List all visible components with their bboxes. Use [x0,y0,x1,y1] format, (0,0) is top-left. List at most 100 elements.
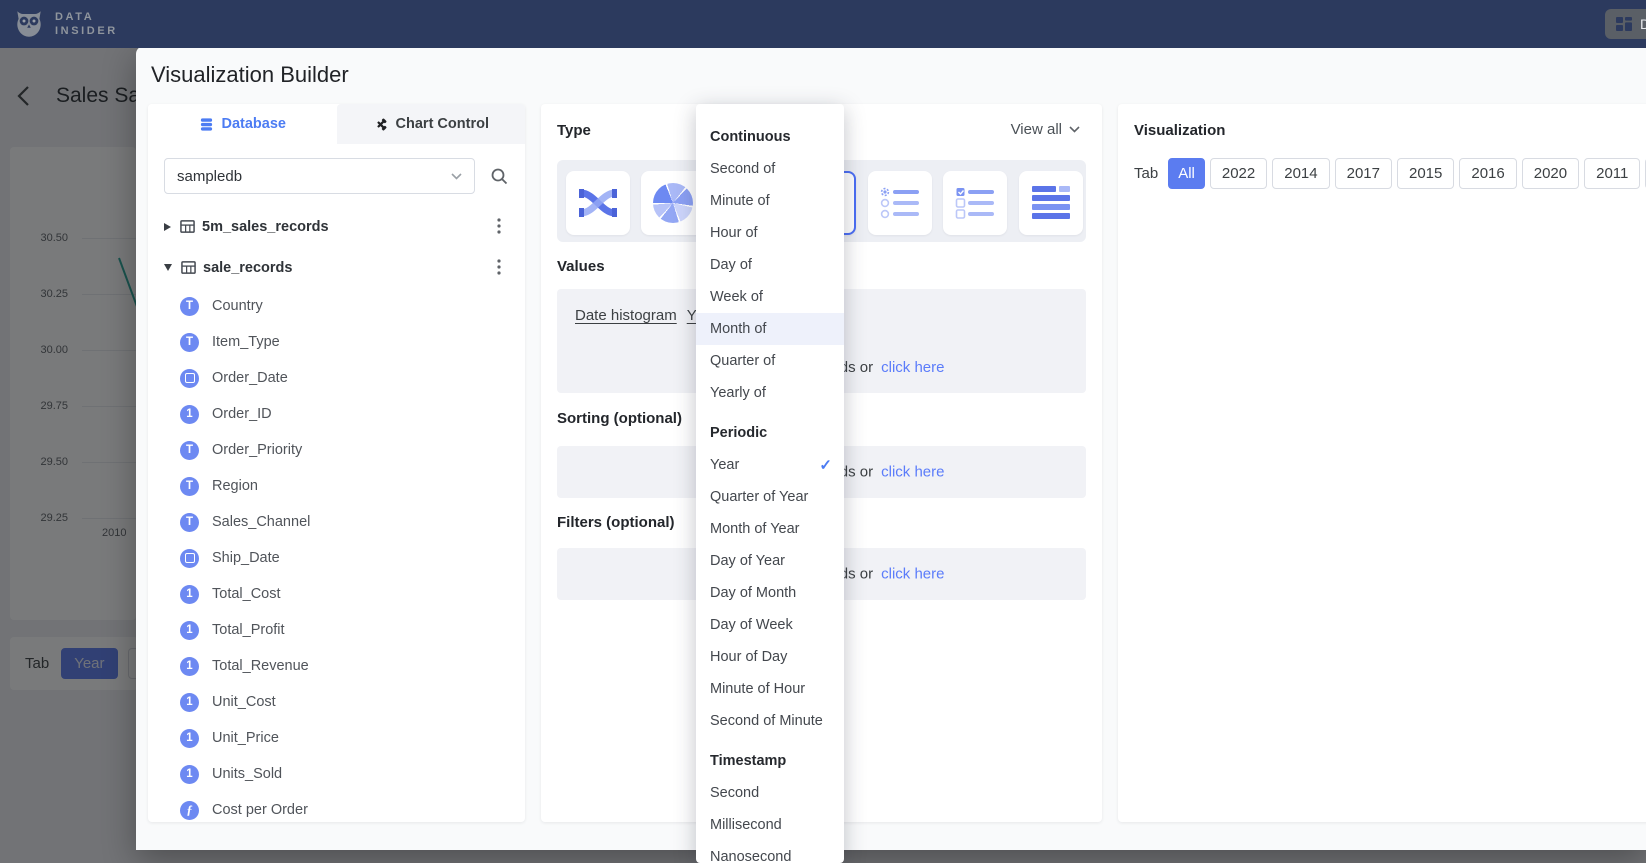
click-here-link[interactable]: click here [881,359,944,376]
dropdown-item[interactable]: Minute of Hour [696,673,844,705]
dropdown-item[interactable]: Millisecond [696,809,844,841]
dropdown-item[interactable]: Month of [696,313,844,345]
field-name: Country [212,298,263,314]
viz-tab-2017[interactable]: 2017 [1335,158,1392,189]
values-section-label: Values [557,258,605,275]
dropdown-section-header: Continuous [696,121,844,153]
tab-database[interactable]: Database [148,104,337,144]
dropdown-item[interactable]: Hour of Day [696,641,844,673]
date-field-icon [180,369,199,388]
tools-icon [373,117,388,132]
table-row[interactable]: sale_records [148,247,525,288]
dropdown-item[interactable]: Month of Year [696,513,844,545]
dropdown-item-label: Hour of Day [710,649,787,665]
dropdown-item[interactable]: Day of Year [696,545,844,577]
chevron-right-icon[interactable] [164,223,171,231]
tab-database-label: Database [222,116,286,132]
calendar-glyph [185,553,195,563]
table-icon [180,219,195,234]
field-row[interactable]: Ship_Date [148,540,525,576]
dropdown-item[interactable]: Day of [696,249,844,281]
visualization-tab-row: Tab All202220142017201520162020201120192… [1134,158,1646,189]
dropdown-item-label: Day of Week [710,617,793,633]
viz-tab-2011[interactable]: 2011 [1584,158,1640,189]
field-row[interactable]: TOrder_Priority [148,432,525,468]
kebab-menu-icon[interactable] [497,218,501,234]
viz-tab-2022[interactable]: 2022 [1210,158,1267,189]
field-name: Unit_Cost [212,694,276,710]
date-field-icon [180,549,199,568]
field-row[interactable]: 1Total_Profit [148,612,525,648]
dropdown-item-label: Week of [710,289,763,305]
table-icon [181,260,196,275]
text-field-icon: T [180,441,199,460]
field-row[interactable]: 1Unit_Price [148,720,525,756]
field-row[interactable]: TItem_Type [148,324,525,360]
dropdown-item[interactable]: Nanosecond [696,841,844,863]
click-here-link[interactable]: click here [881,566,944,583]
dropdown-item[interactable]: Minute of [696,185,844,217]
chevron-down-icon[interactable] [164,264,172,271]
dropdown-item[interactable]: Day of Month [696,577,844,609]
view-all-button[interactable]: View all [1011,121,1080,138]
date-histogram-chip[interactable]: Date histogram [575,307,677,324]
field-row[interactable]: 1Unit_Cost [148,684,525,720]
viz-tab-2014[interactable]: 2014 [1272,158,1329,189]
visualization-label: Visualization [1134,122,1225,139]
field-row[interactable]: 1Order_ID [148,396,525,432]
dropdown-item[interactable]: Year✓ [696,449,844,481]
dropdown-item[interactable]: Week of [696,281,844,313]
field-row[interactable]: TSales_Channel [148,504,525,540]
dropdown-item[interactable]: Second of [696,153,844,185]
field-row[interactable]: ƒCost per Order [148,792,525,828]
dropdown-item[interactable]: Quarter of Year [696,481,844,513]
type-section-label: Type [557,122,591,139]
viz-tab-label: Tab [1134,165,1158,182]
sankey-icon [578,185,618,221]
chart-type-tile[interactable] [868,171,932,235]
radio-list-icon [880,186,920,220]
dropdown-item[interactable]: Hour of [696,217,844,249]
dashboard-button[interactable]: D [1605,9,1646,39]
filters-section-label: Filters (optional) [557,514,675,531]
pie-icon [653,183,693,223]
field-row[interactable]: TRegion [148,468,525,504]
viz-tab-2016[interactable]: 2016 [1459,158,1516,189]
number-field-icon: 1 [180,585,199,604]
database-icon [199,117,214,132]
dropdown-item[interactable]: Quarter of [696,345,844,377]
click-here-link[interactable]: click here [881,464,944,481]
chevron-down-icon [1069,126,1080,133]
dropdown-item[interactable]: Yearly of [696,377,844,409]
dropdown-item-label: Second [710,785,759,801]
viz-tab-2020[interactable]: 2020 [1522,158,1579,189]
function-field-icon: ƒ [180,801,199,820]
field-row[interactable]: Order_Date [148,360,525,396]
database-select[interactable]: sampledb [164,158,475,194]
field-row[interactable]: 1Total_Revenue [148,648,525,684]
field-row[interactable]: 1Units_Sold [148,756,525,792]
dropdown-item[interactable]: Day of Week [696,609,844,641]
field-row[interactable]: T Country [148,288,525,324]
viz-tab-2015[interactable]: 2015 [1397,158,1454,189]
field-name: Total_Cost [212,586,281,602]
field-row[interactable]: 1 Total_Cost [148,576,525,612]
chart-type-tile[interactable] [1019,171,1083,235]
dropdown-item-label: Millisecond [710,817,782,833]
chart-type-tile[interactable] [566,171,630,235]
search-icon[interactable] [489,166,509,186]
number-field-icon: 1 [180,729,199,748]
dropdown-item[interactable]: Second [696,777,844,809]
kebab-menu-icon[interactable] [497,259,501,275]
dashboard-button-label: D [1640,16,1646,32]
checkbox-list-icon [955,186,995,220]
dropdown-item[interactable]: Second of Minute [696,705,844,737]
viz-tab-all[interactable]: All [1168,158,1205,189]
table-row[interactable]: 5m_sales_records [148,206,525,247]
field-name: Item_Type [212,334,280,350]
chart-type-tile[interactable] [943,171,1007,235]
tab-chart-control[interactable]: Chart Control [337,104,526,144]
text-field-icon: T [180,297,199,316]
brand-name: DATA INSIDER [55,10,118,39]
text-field-icon: T [180,477,199,496]
